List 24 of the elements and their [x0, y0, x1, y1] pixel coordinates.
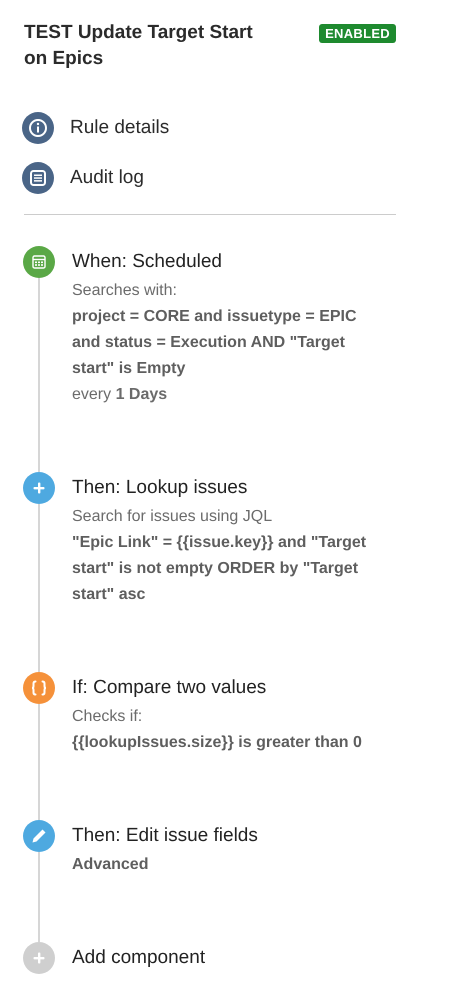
step-detail: {{lookupIssues.size}} is greater than 0: [72, 733, 363, 753]
step-title[interactable]: Then: Lookup issues: [72, 472, 387, 504]
step-detail: "Epic Link" = {{issue.key}} and "Target start" is not empty ORDER by "Target start" asc: [72, 533, 368, 605]
pencil-icon[interactable]: [23, 820, 55, 852]
nav-link[interactable]: Audit log: [22, 162, 144, 194]
status-badge: ENABLED: [319, 24, 396, 43]
step-detail: project = CORE and issuetype = EPIC and status = Execution AND "Target start" is Empty: [72, 307, 358, 379]
list-icon: [22, 162, 54, 194]
step-title[interactable]: When: Scheduled: [72, 246, 387, 278]
step-title[interactable]: Add component: [72, 942, 387, 974]
step-detail: Searches with:: [72, 281, 178, 301]
braces-icon[interactable]: [23, 672, 55, 704]
step-detail: Checks if:: [72, 707, 144, 727]
step-title[interactable]: Then: Edit issue fields: [72, 820, 387, 852]
step-detail: Advanced: [72, 855, 150, 875]
calendar-icon[interactable]: [23, 246, 55, 278]
step-detail: Search for issues using JQL: [72, 507, 274, 527]
plus-icon[interactable]: [23, 942, 55, 974]
rule-title: TEST Update Target Start on Epics: [23, 21, 254, 71]
nav-link[interactable]: Rule details: [22, 112, 170, 144]
info-icon: [22, 112, 54, 144]
step-detail: every 1 Days: [72, 385, 168, 405]
step-title[interactable]: If: Compare two values: [72, 672, 387, 704]
plus-icon[interactable]: [23, 472, 55, 504]
